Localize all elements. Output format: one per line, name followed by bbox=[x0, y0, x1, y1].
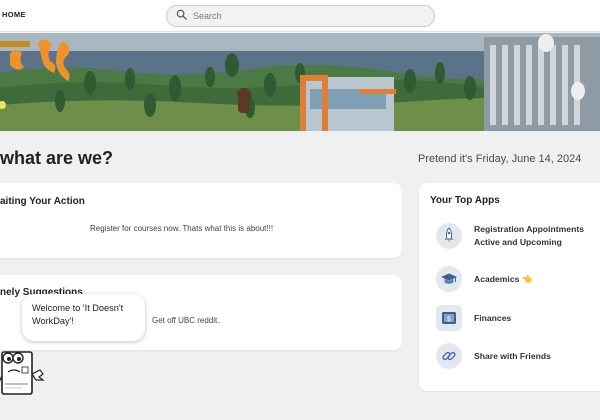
app-finances[interactable]: $ Finances bbox=[436, 305, 511, 331]
app-share-with-friends[interactable]: Share with Friends bbox=[436, 343, 551, 369]
app-academics[interactable]: Academics 👈 bbox=[436, 266, 532, 292]
search-bar[interactable] bbox=[166, 5, 435, 27]
campus-banner-illustration bbox=[0, 33, 600, 131]
svg-text:$: $ bbox=[447, 315, 451, 323]
top-header: HOME bbox=[0, 0, 600, 32]
top-apps-card: Your Top Apps Registration Appointments … bbox=[419, 183, 600, 391]
app-label-finances: Finances bbox=[474, 312, 512, 323]
graduation-cap-icon bbox=[436, 266, 462, 292]
dollar-screen-icon: $ bbox=[436, 305, 462, 331]
awaiting-action-card: aiting Your Action Register for courses … bbox=[0, 183, 402, 258]
app-label-line2: Active and Upcoming bbox=[474, 237, 562, 247]
current-date-text: Pretend it's Friday, June 14, 2024 bbox=[418, 153, 582, 165]
app-registration-appointments[interactable]: Registration Appointments Active and Upc… bbox=[436, 223, 584, 249]
awaiting-action-title: aiting Your Action bbox=[0, 196, 85, 207]
id-card-mascot-icon[interactable] bbox=[0, 340, 46, 400]
search-input[interactable] bbox=[193, 11, 413, 21]
mascot-speech-bubble: Welcome to 'It Doesn't WorkDay'! bbox=[22, 294, 145, 341]
top-apps-title: Your Top Apps bbox=[430, 195, 500, 206]
suggestions-text[interactable]: Get off UBC reddit. bbox=[152, 316, 219, 325]
app-label-share: Share with Friends bbox=[474, 350, 551, 361]
awaiting-action-text[interactable]: Register for courses now. Thats what thi… bbox=[90, 224, 273, 233]
home-link[interactable]: HOME bbox=[2, 10, 26, 19]
link-icon bbox=[436, 343, 462, 369]
app-label-line1: Registration Appointments bbox=[474, 224, 584, 235]
page-title: what are we? bbox=[0, 148, 114, 168]
rocket-icon bbox=[436, 223, 462, 249]
app-label-academics: Academics 👈 bbox=[474, 273, 533, 284]
search-icon bbox=[176, 7, 187, 25]
